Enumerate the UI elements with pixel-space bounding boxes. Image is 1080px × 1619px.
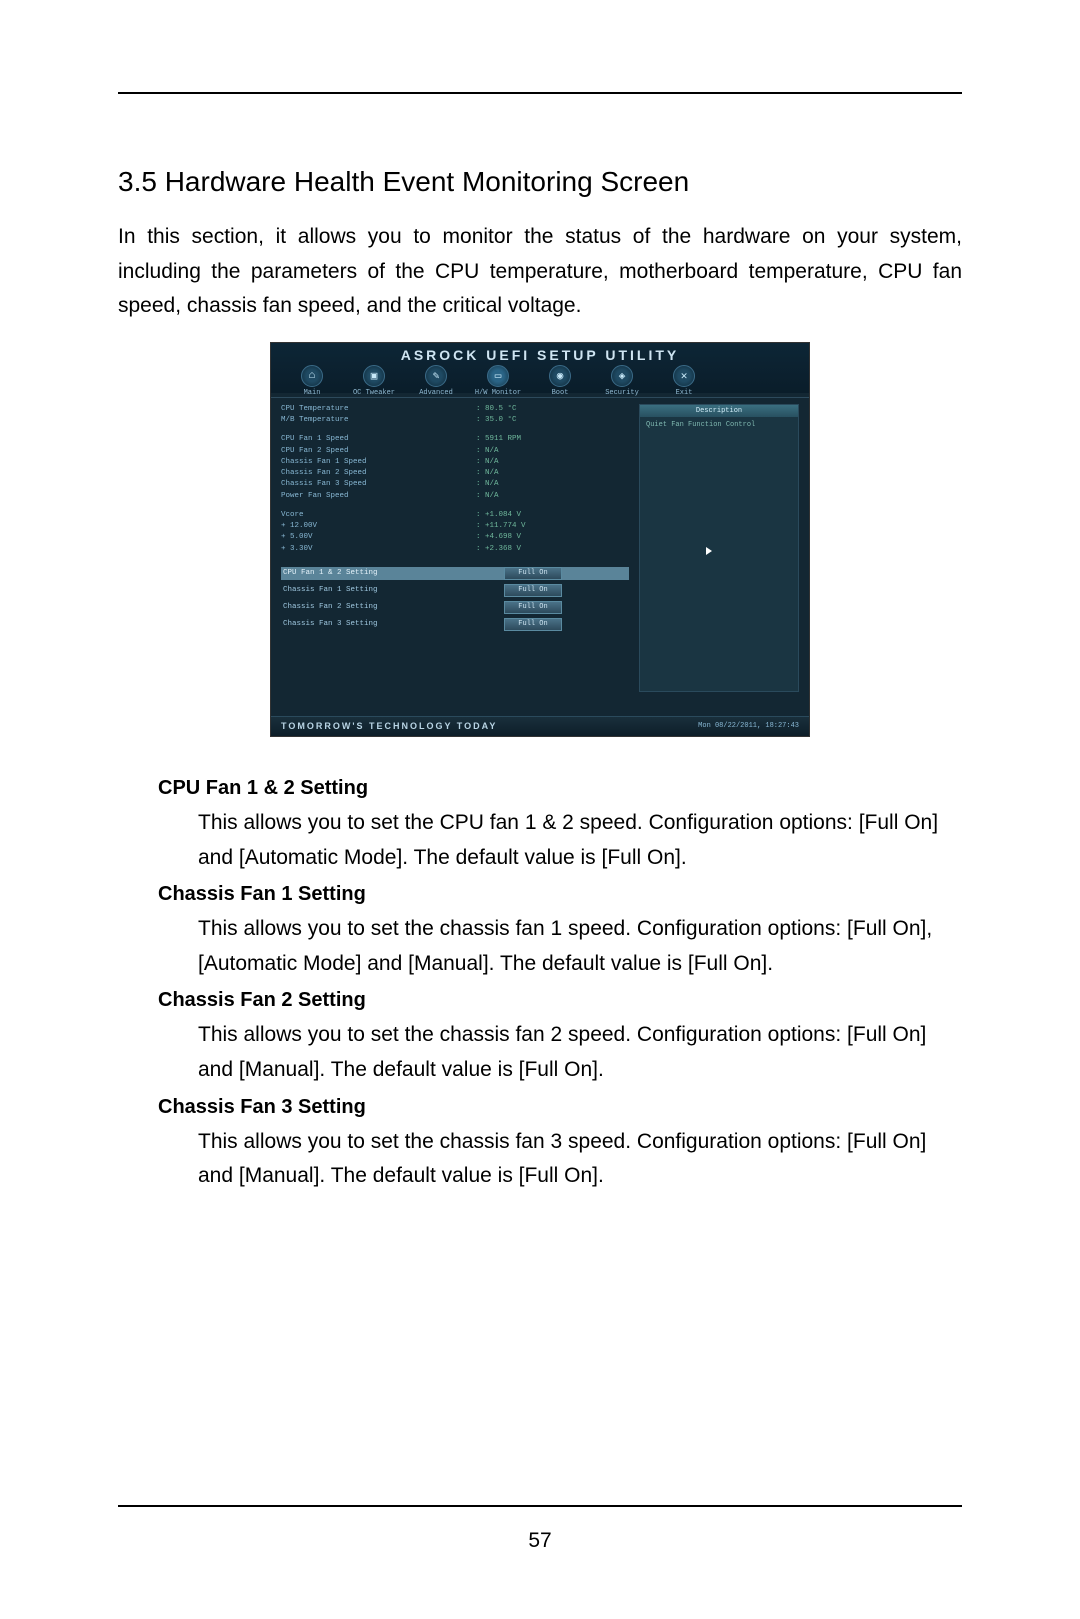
bios-help-panel: Description Quiet Fan Function Control [639,404,799,692]
tab-label: Exit [653,389,715,397]
tab-icon: ◈ [611,365,633,387]
reading-value: : N/A [476,457,499,468]
tab-icon: ✎ [425,365,447,387]
bios-title: ASROCK UEFI SETUP UTILITY [271,343,809,363]
bios-tabs: ⌂ Main ▣ OC Tweaker ✎ Advanced ▭ H/W Monitor ◉ Bo… [271,363,809,398]
fan-setting-row[interactable]: Chassis Fan 3 SettingFull On [281,618,629,631]
section-intro: In this section, it allows you to monito… [118,220,962,324]
reading-label: CPU Fan 1 Speed [281,434,476,445]
reading-row: M/B Temperature: 35.0 °C [281,415,629,426]
reading-row: Power Fan Speed: N/A [281,491,629,502]
reading-label: Chassis Fan 3 Speed [281,479,476,490]
reading-label: Power Fan Speed [281,491,476,502]
setting-descriptions: CPU Fan 1 & 2 Setting This allows you to … [118,777,962,1194]
fan-setting-row[interactable]: Chassis Fan 1 SettingFull On [281,584,629,597]
reading-row: CPU Fan 1 Speed: 5911 RPM [281,434,629,445]
reading-label: Vcore [281,510,476,521]
setting-label: Chassis Fan 2 Setting [281,603,504,611]
tab-icon: ⌂ [301,365,323,387]
section-heading: 3.5 Hardware Health Event Monitoring Scr… [118,166,962,198]
desc-block: Chassis Fan 2 Setting This allows you to … [118,989,962,1087]
desc-block: Chassis Fan 1 Setting This allows you to … [118,883,962,981]
tab-label: H/W Monitor [467,389,529,397]
desc-block: CPU Fan 1 & 2 Setting This allows you to … [118,777,962,875]
reading-value: : N/A [476,479,499,490]
reading-label: + 12.00V [281,521,476,532]
reading-value: : +2.368 V [476,544,521,555]
desc-text: This allows you to set the chassis fan 1… [198,912,962,981]
top-rule [118,92,962,94]
reading-value: : +11.774 V [476,521,526,532]
bios-tab-oc-tweaker[interactable]: ▣ OC Tweaker [343,365,405,397]
reading-label: Chassis Fan 2 Speed [281,468,476,479]
reading-value: : 5911 RPM [476,434,521,445]
reading-row: CPU Temperature: 80.5 °C [281,404,629,415]
setting-value-button[interactable]: Full On [504,567,562,580]
tab-label: OC Tweaker [343,389,405,397]
bios-tab-security[interactable]: ◈ Security [591,365,653,397]
setting-label: CPU Fan 1 & 2 Setting [281,569,504,577]
bios-screenshot: ASROCK UEFI SETUP UTILITY ⌂ Main ▣ OC Tweak… [270,342,810,737]
setting-label: Chassis Fan 1 Setting [281,586,504,594]
bios-tab-main[interactable]: ⌂ Main [281,365,343,397]
desc-text: This allows you to set the chassis fan 3… [198,1125,962,1194]
tab-label: Main [281,389,343,397]
tab-label: Security [591,389,653,397]
reading-row: Chassis Fan 2 Speed: N/A [281,468,629,479]
setting-value-button[interactable]: Full On [504,601,562,614]
page-number: 57 [528,1529,551,1552]
page-footer: 57 [118,1505,962,1553]
desc-text: This allows you to set the CPU fan 1 & 2… [198,806,962,875]
reading-row: + 3.30V: +2.368 V [281,544,629,555]
desc-term: Chassis Fan 3 Setting [158,1096,962,1119]
bios-left-panel: CPU Temperature: 80.5 °CM/B Temperature:… [281,404,629,692]
bios-datetime: Mon 08/22/2011, 18:27:43 [698,722,799,730]
bios-tab-boot[interactable]: ◉ Boot [529,365,591,397]
bios-help-title: Description [640,405,798,417]
reading-row: CPU Fan 2 Speed: N/A [281,446,629,457]
reading-label: + 5.00V [281,532,476,543]
tab-label: Boot [529,389,591,397]
bios-help-text: Quiet Fan Function Control [640,417,798,433]
reading-label: M/B Temperature [281,415,476,426]
bios-tab-exit[interactable]: ✕ Exit [653,365,715,397]
reading-value: : N/A [476,491,499,502]
reading-value: : 35.0 °C [476,415,517,426]
setting-value-button[interactable]: Full On [504,618,562,631]
desc-term: CPU Fan 1 & 2 Setting [158,777,962,800]
tab-icon: ▣ [363,365,385,387]
bios-tab-advanced[interactable]: ✎ Advanced [405,365,467,397]
desc-block: Chassis Fan 3 Setting This allows you to … [118,1096,962,1194]
reading-value: : 80.5 °C [476,404,517,415]
reading-row: Chassis Fan 1 Speed: N/A [281,457,629,468]
reading-value: : +4.698 V [476,532,521,543]
reading-value: : N/A [476,446,499,457]
desc-term: Chassis Fan 1 Setting [158,883,962,906]
reading-row: Chassis Fan 3 Speed: N/A [281,479,629,490]
reading-value: : N/A [476,468,499,479]
reading-value: : +1.084 V [476,510,521,521]
desc-text: This allows you to set the chassis fan 2… [198,1018,962,1087]
bios-slogan: TOMORROW'S TECHNOLOGY TODAY [281,721,497,731]
cursor-icon [706,547,712,555]
reading-row: Vcore: +1.084 V [281,510,629,521]
tab-icon: ▭ [487,365,509,387]
fan-setting-row[interactable]: Chassis Fan 2 SettingFull On [281,601,629,614]
fan-setting-row[interactable]: CPU Fan 1 & 2 SettingFull On [281,567,629,580]
setting-label: Chassis Fan 3 Setting [281,620,504,628]
tab-icon: ◉ [549,365,571,387]
bios-tab-h-w-monitor[interactable]: ▭ H/W Monitor [467,365,529,397]
reading-label: Chassis Fan 1 Speed [281,457,476,468]
tab-label: Advanced [405,389,467,397]
setting-value-button[interactable]: Full On [504,584,562,597]
tab-icon: ✕ [673,365,695,387]
reading-label: CPU Fan 2 Speed [281,446,476,457]
desc-term: Chassis Fan 2 Setting [158,989,962,1012]
bios-footer: TOMORROW'S TECHNOLOGY TODAY Mon 08/22/20… [271,716,809,736]
reading-row: + 12.00V: +11.774 V [281,521,629,532]
reading-row: + 5.00V: +4.698 V [281,532,629,543]
reading-label: + 3.30V [281,544,476,555]
reading-label: CPU Temperature [281,404,476,415]
